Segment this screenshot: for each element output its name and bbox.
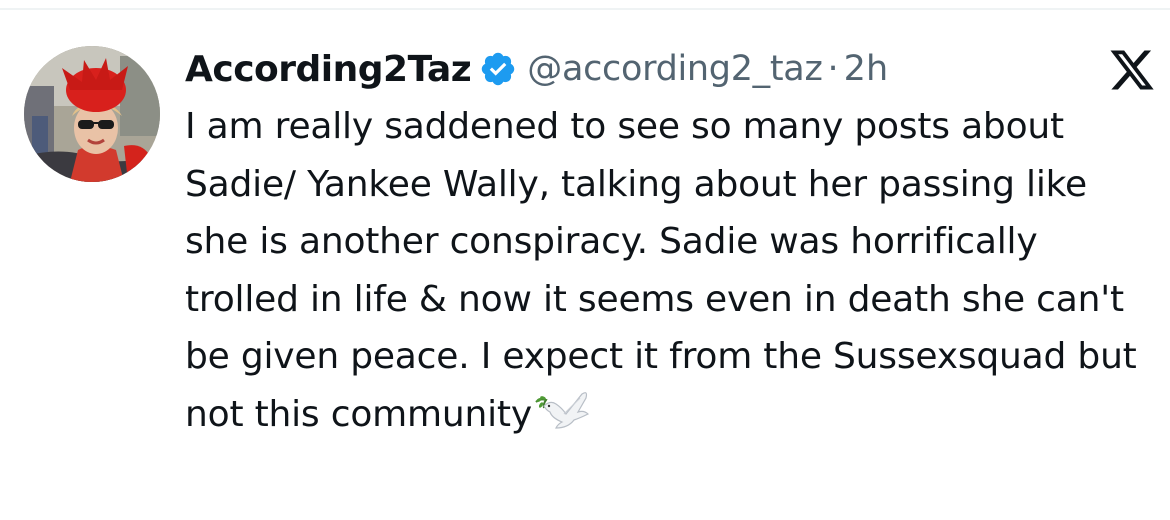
tweet-text-content: I am really saddened to see so many post… xyxy=(185,106,1137,435)
verified-badge-icon xyxy=(479,50,517,88)
avatar-photo xyxy=(24,46,160,182)
tweet-header: According2Taz @according2_taz · 2h xyxy=(185,40,1155,98)
x-logo-icon[interactable] xyxy=(1108,46,1156,94)
handle[interactable]: @according2_taz xyxy=(527,49,823,89)
display-name[interactable]: According2Taz xyxy=(185,49,472,90)
top-divider xyxy=(0,8,1170,10)
avatar[interactable] xyxy=(24,46,160,182)
timestamp[interactable]: 2h xyxy=(844,49,888,89)
tweet-text: I am really saddened to see so many post… xyxy=(185,98,1155,443)
tweet[interactable]: According2Taz @according2_taz · 2h I am … xyxy=(185,40,1155,443)
separator-dot: · xyxy=(827,49,839,89)
dove-icon xyxy=(534,388,590,432)
